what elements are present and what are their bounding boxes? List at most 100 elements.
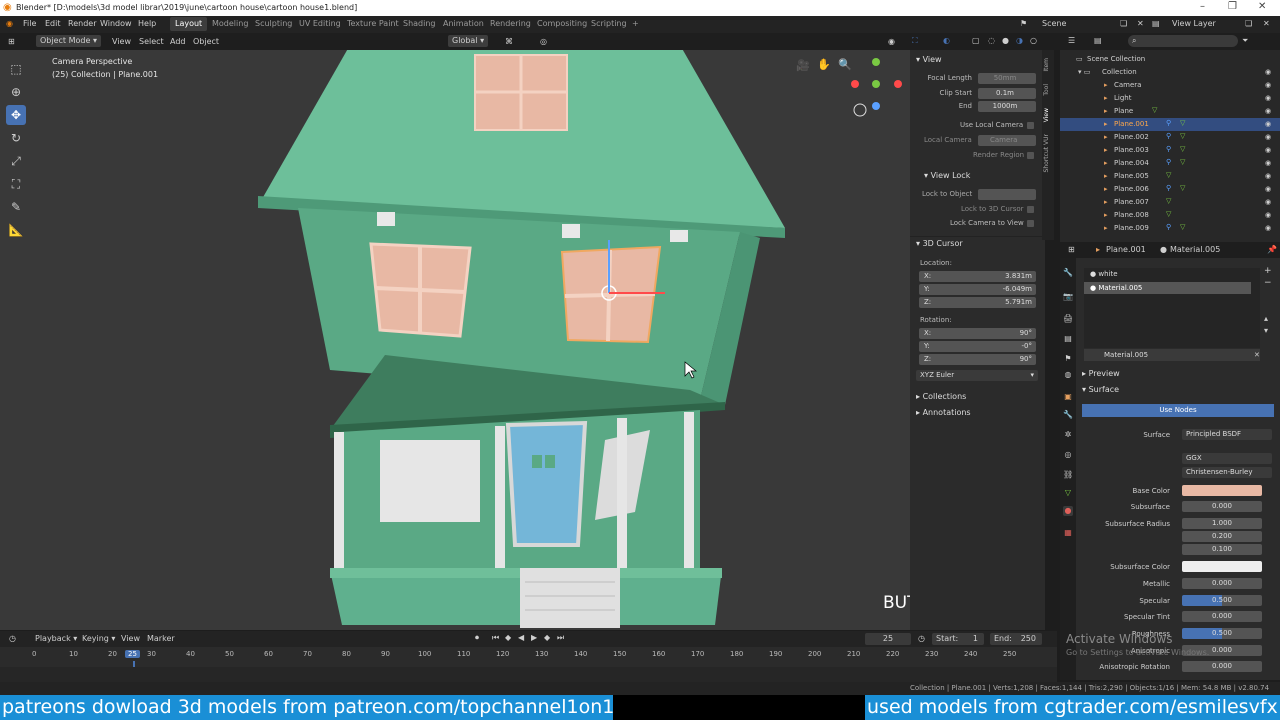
surface-section-header[interactable]: ▾ Surface [1082,385,1119,394]
outliner-item-plane-008[interactable]: ▸ Plane.008 ▽ ◉ [1060,209,1280,222]
3d-cursor-section-header[interactable]: ▾ 3D Cursor [916,239,963,248]
editor-type-icon[interactable]: ⊞ [8,37,15,46]
viewport-menu-add[interactable]: Add [170,37,186,46]
slot-add-icon[interactable]: + [1264,266,1272,276]
properties-editor-icon[interactable]: ⊞ [1068,245,1075,254]
outliner-item-camera[interactable]: ▸ Camera ◉ [1060,79,1280,92]
subsurface-field[interactable]: 0.000 [1182,501,1262,512]
lock-to-3d-cursor-checkbox[interactable] [1027,206,1034,213]
view-section-header[interactable]: ▾ View [916,55,942,64]
tab-view[interactable]: View [1043,108,1050,122]
metallic-field[interactable]: 0.000 [1182,578,1262,589]
xray-icon[interactable]: ▢ [972,36,980,45]
subsurface-radius-z[interactable]: 0.100 [1182,544,1262,555]
workspace-tab-compositing[interactable]: Compositing [537,19,587,28]
workspace-tab-uv-editing[interactable]: UV Editing [299,19,341,28]
jump-end-icon[interactable]: ⏭ [557,633,564,643]
eye-icon[interactable]: ◉ [1265,68,1271,76]
anisotropic-rotation-field[interactable]: 0.000 [1182,661,1262,672]
maximize-icon[interactable]: ❐ [1228,1,1237,12]
blender-menu-icon[interactable]: ◉ [6,19,13,28]
move-tool-icon[interactable]: ✥ [6,105,26,125]
local-camera-field[interactable]: Camera [978,135,1036,146]
transform-tool-icon[interactable]: ⛶ [6,174,26,194]
outliner-display-mode-icon[interactable]: ▤ [1094,36,1102,45]
marker-menu[interactable]: Marker [147,634,175,643]
workspace-tab-texture-paint[interactable]: Texture Paint [347,19,399,28]
view-layer-name[interactable]: View Layer [1172,19,1216,28]
next-keyframe-icon[interactable]: ◆ [544,633,550,642]
view-layer-add-icon[interactable]: ❏ [1245,19,1252,28]
render-props-icon[interactable]: 📷 [1063,292,1073,302]
viewport-menu-view[interactable]: View [112,37,131,46]
outliner-item-plane-002[interactable]: ▸ Plane.002 ⚲ ▽ ◉ [1060,131,1280,144]
output-props-icon[interactable]: 🖨 [1063,314,1073,324]
shading-material-icon[interactable]: ◑ [1016,36,1023,45]
outliner-item-plane-007[interactable]: ▸ Plane.007 ▽ ◉ [1060,196,1280,209]
jump-start-icon[interactable]: ⏮ [492,633,499,643]
roughness-slider[interactable]: 0.500 [1182,628,1262,639]
tab-shortcut-vur[interactable]: Shortcut VUr [1043,134,1050,172]
subsurface-method-dropdown[interactable]: Christensen-Burley [1182,467,1272,478]
tool-props-icon[interactable]: 🔧 [1063,268,1073,278]
workspace-tab-animation[interactable]: Animation [443,19,484,28]
camera-view-icon[interactable]: 🎥 [796,59,810,72]
menu-edit[interactable]: Edit [45,19,61,28]
select-box-icon[interactable]: ⬚ [6,59,26,79]
constraints-props-icon[interactable]: ⛓ [1063,470,1073,480]
material-slot-white[interactable]: ● white [1090,270,1118,278]
outliner-item-plane[interactable]: ▸ Plane ▽ ◉ [1060,105,1280,118]
focal-length-field[interactable]: 50mm [978,73,1036,84]
pan-hand-icon[interactable]: ✋ [817,58,831,71]
collections-section-header[interactable]: ▸ Collections [916,392,966,401]
lock-camera-to-view-checkbox[interactable] [1027,220,1034,227]
outliner-item-plane-003[interactable]: ▸ Plane.003 ⚲ ▽ ◉ [1060,144,1280,157]
surface-shader-dropdown[interactable]: Principled BSDF [1182,429,1272,440]
material-slot-material-005[interactable]: ● Material.005 [1084,282,1251,294]
world-props-icon[interactable]: ◍ [1063,370,1073,380]
distribution-dropdown[interactable]: GGX [1182,453,1272,464]
outliner-item-plane-009[interactable]: ▸ Plane.009 ⚲ ▽ ◉ [1060,222,1280,235]
3d-viewport[interactable]: Camera Perspective (25) Collection | Pla… [0,50,910,630]
close-icon[interactable]: ✕ [1258,1,1266,12]
modifier-props-icon[interactable]: 🔧 [1063,410,1073,420]
workspace-tab-scripting[interactable]: Scripting [591,19,627,28]
material-remove-icon[interactable]: ✕ [1254,351,1260,359]
use-nodes-button[interactable]: Use Nodes [1082,404,1274,417]
clip-end-field[interactable]: 1000m [978,101,1036,112]
prev-keyframe-icon[interactable]: ◆ [505,633,511,642]
end-frame-field[interactable]: End: 250 [990,633,1042,645]
rotation-mode-dropdown[interactable]: XYZ Euler ▾ [916,370,1038,381]
outliner-search-input[interactable]: ⌕ [1128,35,1238,47]
scale-tool-icon[interactable]: ⤢ [6,151,26,171]
preview-range-icon[interactable]: ◷ [918,634,925,643]
scene-remove-icon[interactable]: ✕ [1137,19,1144,28]
add-workspace-button[interactable]: + [632,19,639,28]
render-region-checkbox[interactable] [1027,152,1034,159]
cursor-location-y-field[interactable]: Y: -6.049m [919,284,1036,295]
outliner-editor-icon[interactable]: ☰ [1068,36,1075,45]
play-reverse-icon[interactable]: ◀ [518,633,524,642]
timeline-editor-icon[interactable]: ◷ [9,634,16,643]
specular-tint-field[interactable]: 0.000 [1182,611,1262,622]
cursor-tool-icon[interactable]: ⊕ [6,82,26,102]
cursor-rotation-z-field[interactable]: Z: 90° [919,354,1036,365]
slot-up-icon[interactable]: ▴ [1264,314,1268,323]
orientation-dropdown[interactable]: Global ▾ [448,35,489,47]
lock-to-object-field[interactable] [978,189,1036,200]
clip-start-field[interactable]: 0.1m [978,88,1036,99]
keying-menu[interactable]: Keying ▾ [82,634,115,643]
scene-add-icon[interactable]: ❏ [1120,19,1127,28]
viewport-menu-object[interactable]: Object [193,37,219,46]
subsurface-radius-x[interactable]: 1.000 [1182,518,1262,529]
subsurface-radius-y[interactable]: 0.200 [1182,531,1262,542]
annotate-tool-icon[interactable]: ✎ [6,197,26,217]
preview-section-header[interactable]: ▸ Preview [1082,369,1120,378]
record-icon[interactable]: ⏺ [475,633,479,643]
menu-render[interactable]: Render [68,19,96,28]
scene-props-icon[interactable]: ⚑ [1063,354,1073,364]
playback-menu[interactable]: Playback ▾ [35,634,77,643]
view-layer-remove-icon[interactable]: ✕ [1263,19,1270,28]
shading-wireframe-icon[interactable]: ◌ [988,36,995,45]
snap-icon[interactable]: ⌘ [505,37,513,46]
